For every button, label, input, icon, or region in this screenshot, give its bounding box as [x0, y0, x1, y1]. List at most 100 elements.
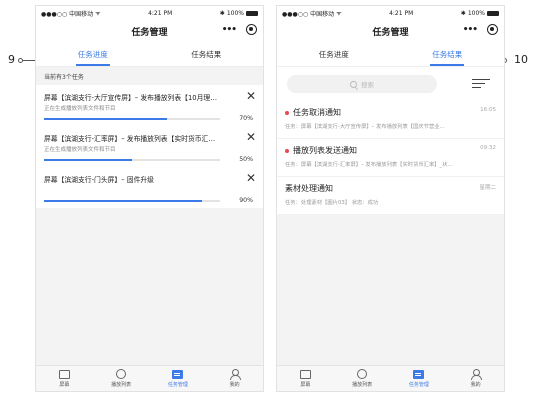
- filter-sort-icon[interactable]: [472, 77, 492, 91]
- progress-fill: [44, 159, 132, 161]
- bottom-tab-label: 播放列表: [111, 382, 132, 388]
- carrier-label: ●●●○○ 中国移动: [282, 10, 335, 18]
- progress-bar: [44, 159, 220, 161]
- user-icon: [230, 369, 242, 380]
- bottom-tab-tasks[interactable]: 任务管理: [150, 366, 207, 391]
- bottom-tab-label: 屏幕: [59, 381, 70, 388]
- task-title: 屏幕【滨湖支行-大厅宣传屏】– 发布播放列表【10月理…: [44, 94, 217, 102]
- search-input[interactable]: 搜索: [287, 75, 437, 93]
- more-icon[interactable]: •••: [463, 25, 478, 35]
- bottom-tab-screens[interactable]: 屏幕: [36, 366, 93, 391]
- task-result-list: 任务取消通知 任务：屏幕【滨湖支行-大厅宣传屏】– 发布播放列表【国庆节营业… …: [277, 101, 504, 215]
- tab-task-results[interactable]: 任务结果: [391, 43, 505, 66]
- carrier-label: ●●●○○ 中国移动: [41, 10, 94, 18]
- close-mini-program-icon[interactable]: [487, 24, 498, 35]
- task-title: 屏幕【滨湖支行-门头屏】– 固件升级: [44, 176, 154, 184]
- callout-label-right: 10: [514, 53, 528, 66]
- task-icon: [172, 369, 184, 379]
- task-count: 当前有3个任务: [44, 73, 84, 81]
- wifi-icon: ᯤ: [336, 10, 342, 17]
- tab-task-progress[interactable]: 任务进度: [36, 43, 150, 66]
- close-icon[interactable]: ✕: [246, 172, 256, 184]
- bottom-tab-me[interactable]: 我的: [206, 366, 263, 391]
- status-bar: ●●●○○ 中国移动 ᯤ 4:21 PM ✱ 100%: [36, 6, 263, 20]
- nav-bar: 任务管理 •••: [36, 20, 263, 43]
- progress-fill: [44, 118, 168, 120]
- bottom-tab-playlists[interactable]: 播放列表: [93, 366, 150, 391]
- mini-program-capsule: •••: [222, 24, 257, 35]
- progress-percent: 90%: [239, 197, 253, 204]
- bottom-tab-tasks[interactable]: 任务管理: [391, 366, 448, 391]
- bottom-tab-label: 屏幕: [300, 381, 311, 388]
- result-title: 播放列表发送通知: [293, 146, 357, 155]
- status-bar: ●●●○○ 中国移动 ᯤ 4:21 PM ✱ 100%: [277, 6, 504, 20]
- result-time: 09:32: [480, 145, 496, 151]
- battery-label: 100%: [467, 9, 485, 17]
- phone-screen-results: ●●●○○ 中国移动 ᯤ 4:21 PM ✱ 100% 任务管理 ••• 任务进…: [276, 5, 505, 392]
- screen-icon: [299, 369, 311, 379]
- battery-icon: [245, 10, 258, 16]
- task-progress-item[interactable]: 屏幕【滨湖支行-汇率屏】– 发布播放列表【实时货币汇… 正在生成播放列表文件和节…: [36, 126, 263, 167]
- status-time: 4:21 PM: [148, 9, 173, 17]
- task-progress-list: 屏幕【滨湖支行-大厅宣传屏】– 发布播放列表【10月理… 正在生成播放列表文件和…: [36, 85, 263, 208]
- bottom-tab-screens[interactable]: 屏幕: [277, 366, 334, 391]
- page-title: 任务管理: [131, 28, 168, 38]
- progress-bar: [44, 200, 220, 202]
- result-time: 星期二: [479, 185, 496, 191]
- bluetooth-icon: ✱: [219, 9, 225, 17]
- bottom-tab-label: 我的: [470, 382, 481, 388]
- playlist-icon: [357, 369, 368, 379]
- bottom-tab-label: 任务管理: [167, 381, 188, 388]
- phone-screen-progress: ●●●○○ 中国移动 ᯤ 4:21 PM ✱ 100% 任务管理 ••• 任务进…: [35, 5, 264, 392]
- result-subtitle: 任务：处理素材【图片03】 状态：成功: [285, 200, 379, 206]
- bottom-tab-bar: 屏幕 播放列表 任务管理 我的: [277, 365, 504, 391]
- more-icon[interactable]: •••: [222, 25, 237, 35]
- user-icon: [471, 369, 483, 380]
- task-tabs: 任务进度 任务结果: [277, 43, 504, 67]
- bottom-tab-label: 我的: [229, 382, 240, 388]
- task-title: 屏幕【滨湖支行-汇率屏】– 发布播放列表【实时货币汇…: [44, 135, 216, 143]
- status-time: 4:21 PM: [389, 9, 414, 17]
- unread-dot: [285, 110, 289, 115]
- battery-icon: [486, 10, 499, 16]
- task-result-item[interactable]: 素材处理通知 任务：处理素材【图片03】 状态：成功 星期二: [277, 177, 504, 215]
- bottom-tab-me[interactable]: 我的: [447, 366, 504, 391]
- search-row: 搜索: [277, 67, 504, 101]
- result-subtitle: 任务：屏幕【滨湖支行-大厅宣传屏】– 发布播放列表【国庆节营业…: [285, 124, 445, 130]
- bottom-tab-label: 任务管理: [408, 381, 429, 388]
- task-progress-item[interactable]: 屏幕【滨湖支行-门头屏】– 固件升级 ✕ 90%: [36, 167, 263, 208]
- search-icon: [350, 80, 357, 88]
- result-title: 素材处理通知: [285, 184, 333, 193]
- progress-fill: [44, 200, 203, 202]
- unread-dot: [285, 148, 289, 153]
- task-subtitle: 正在生成播放列表文件和节目: [44, 106, 116, 112]
- bottom-tab-playlists[interactable]: 播放列表: [334, 366, 391, 391]
- bluetooth-icon: ✱: [460, 9, 466, 17]
- task-icon: [413, 369, 425, 379]
- result-title: 任务取消通知: [293, 108, 341, 117]
- battery-label: 100%: [226, 9, 244, 17]
- close-mini-program-icon[interactable]: [246, 24, 257, 35]
- progress-percent: 50%: [239, 156, 253, 163]
- result-time: 16:05: [480, 107, 496, 113]
- callout-label-left: 9: [8, 53, 15, 66]
- playlist-icon: [116, 369, 127, 379]
- progress-percent: 70%: [239, 115, 253, 122]
- task-result-item[interactable]: 播放列表发送通知 任务：屏幕【滨湖支行-汇率屏】– 发布播放列表【实时货币汇率】…: [277, 139, 504, 177]
- task-result-item[interactable]: 任务取消通知 任务：屏幕【滨湖支行-大厅宣传屏】– 发布播放列表【国庆节营业… …: [277, 101, 504, 139]
- close-icon[interactable]: ✕: [246, 90, 256, 102]
- search-placeholder: 搜索: [361, 81, 374, 89]
- bottom-tab-label: 播放列表: [352, 382, 373, 388]
- close-icon[interactable]: ✕: [246, 131, 256, 143]
- task-progress-item[interactable]: 屏幕【滨湖支行-大厅宣传屏】– 发布播放列表【10月理… 正在生成播放列表文件和…: [36, 85, 263, 126]
- task-tabs: 任务进度 任务结果: [36, 43, 263, 67]
- progress-bar: [44, 118, 220, 120]
- tab-task-results[interactable]: 任务结果: [150, 43, 264, 66]
- mini-program-capsule: •••: [463, 24, 498, 35]
- tab-task-progress[interactable]: 任务进度: [277, 43, 391, 66]
- screen-icon: [58, 369, 70, 379]
- nav-bar: 任务管理 •••: [277, 20, 504, 43]
- result-subtitle: 任务：屏幕【滨湖支行-汇率屏】– 发布播放列表【实时货币汇率】_状…: [285, 162, 453, 168]
- wifi-icon: ᯤ: [95, 10, 101, 17]
- page-title: 任务管理: [372, 28, 409, 38]
